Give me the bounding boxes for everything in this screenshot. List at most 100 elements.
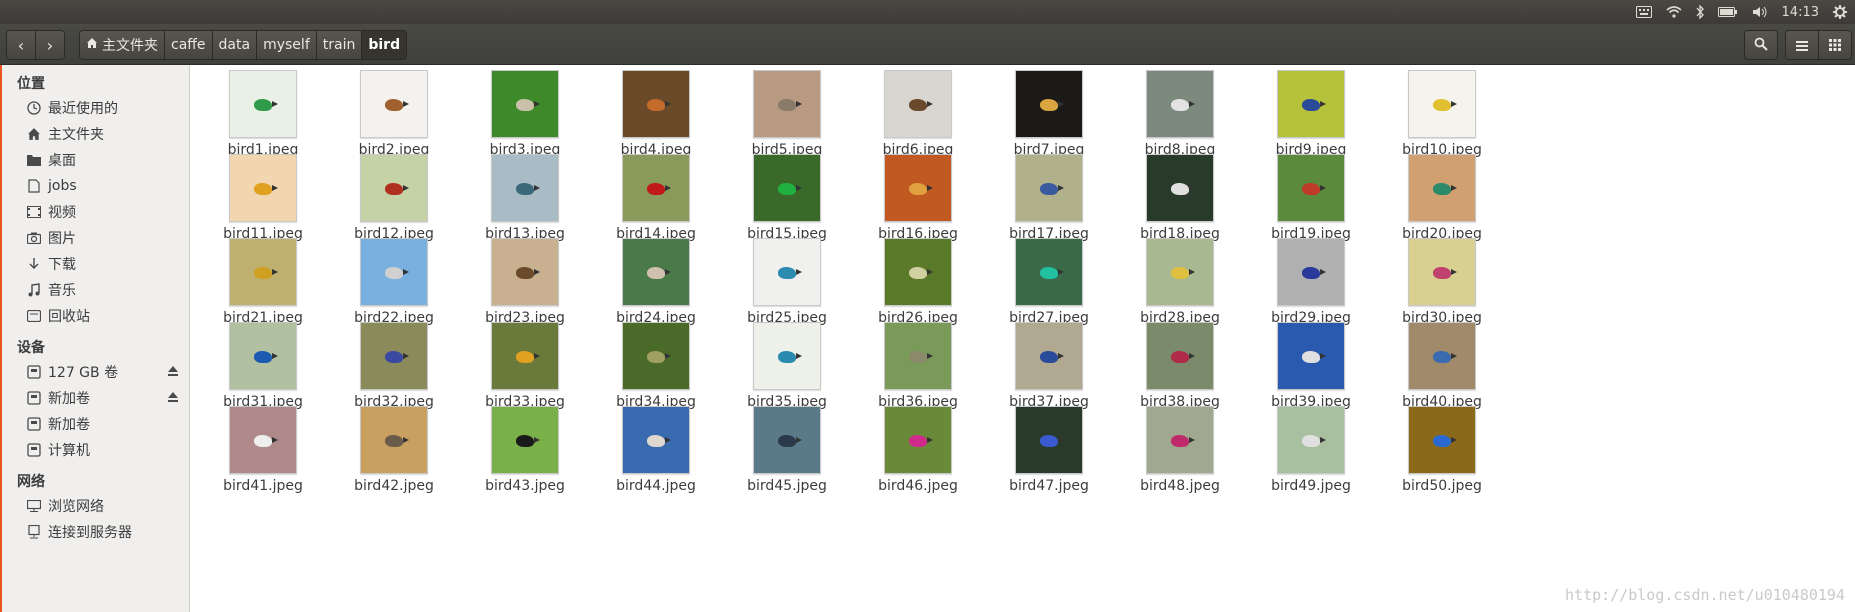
server-icon — [26, 524, 42, 540]
file-item[interactable]: bird46.jpeg — [858, 398, 978, 498]
sidebar-item-places-6[interactable]: 下载 — [2, 251, 189, 277]
file-item[interactable]: bird48.jpeg — [1120, 398, 1240, 498]
sidebar-item-jobs[interactable]: jobs — [2, 173, 189, 199]
file-thumbnail — [360, 322, 428, 390]
file-thumbnail — [1015, 238, 1083, 306]
bird-image — [1171, 267, 1189, 279]
watermark: http://blog.csdn.net/u010480194 — [1565, 586, 1845, 604]
bird-beak — [1451, 185, 1457, 191]
keyboard-icon[interactable] — [1635, 6, 1652, 18]
file-item[interactable]: bird44.jpeg — [596, 398, 716, 498]
file-item[interactable]: bird50.jpeg — [1382, 398, 1502, 498]
video-icon — [26, 204, 42, 220]
sidebar-item-label: 最近使用的 — [48, 101, 118, 117]
bird-beak — [927, 437, 933, 443]
list-icon — [1796, 36, 1808, 55]
sidebar-item-label: 新加卷 — [48, 391, 90, 407]
bird-beak — [1189, 185, 1195, 191]
breadcrumb-myself[interactable]: myself — [257, 31, 317, 59]
bird-image — [909, 351, 927, 363]
bird-beak — [403, 353, 409, 359]
list-view-button[interactable] — [1786, 31, 1818, 59]
file-thumbnail — [229, 406, 297, 474]
sidebar-item-places-0[interactable]: 最近使用的 — [2, 95, 189, 121]
sidebar-item-devices-3[interactable]: 计算机 — [2, 437, 189, 463]
sidebar-item-network-1[interactable]: 连接到服务器 — [2, 519, 189, 545]
bird-image — [909, 99, 927, 111]
file-thumbnail — [753, 322, 821, 390]
file-thumbnail — [884, 406, 952, 474]
wifi-icon[interactable] — [1666, 6, 1682, 18]
bird-image — [1433, 99, 1451, 111]
bird-image — [516, 99, 534, 111]
bird-beak — [1058, 269, 1064, 275]
bird-beak — [403, 269, 409, 275]
sidebar-item-places-2[interactable]: 桌面 — [2, 147, 189, 173]
sidebar-item-label: 浏览网络 — [48, 499, 104, 515]
sidebar-item-devices-2[interactable]: 新加卷 — [2, 411, 189, 437]
sidebar-item-places-4[interactable]: 视频 — [2, 199, 189, 225]
breadcrumb-data[interactable]: data — [212, 31, 258, 59]
bird-image — [385, 351, 403, 363]
file-item[interactable]: bird43.jpeg — [465, 398, 585, 498]
breadcrumb-train[interactable]: train — [316, 31, 363, 59]
bird-beak — [1189, 101, 1195, 107]
gear-icon[interactable] — [1833, 5, 1847, 19]
bird-image — [254, 99, 272, 111]
nav-buttons: ‹ › — [6, 30, 65, 60]
search-button[interactable] — [1744, 30, 1778, 60]
bird-beak — [1451, 353, 1457, 359]
back-button[interactable]: ‹ — [7, 31, 35, 59]
sidebar-item-label: jobs — [48, 178, 77, 194]
sidebar-item-places-1[interactable]: 主文件夹 — [2, 121, 189, 147]
drive-icon — [26, 364, 42, 380]
bird-image — [647, 99, 665, 111]
sidebar-item-places-7[interactable]: 音乐 — [2, 277, 189, 303]
sidebar-item-label: 桌面 — [48, 153, 76, 169]
file-thumbnail — [1277, 70, 1345, 138]
bird-image — [516, 435, 534, 447]
file-thumbnail — [753, 70, 821, 138]
grid-view-button[interactable] — [1818, 31, 1851, 59]
eject-icon[interactable] — [167, 365, 179, 381]
bird-beak — [1058, 185, 1064, 191]
bird-beak — [534, 353, 540, 359]
file-thumbnail — [229, 322, 297, 390]
file-thumbnail — [1277, 322, 1345, 390]
camera-icon — [26, 230, 42, 246]
breadcrumb: 主文件夹 caffe data myself train bird — [79, 30, 408, 60]
search-icon — [1754, 36, 1768, 55]
eject-icon[interactable] — [167, 391, 179, 407]
file-grid: bird1.jpeg bird2.jpeg bird3.jpeg bird4.jpeg… — [190, 65, 1855, 612]
bluetooth-icon[interactable] — [1696, 5, 1704, 19]
chevron-left-icon: ‹ — [17, 35, 25, 55]
bird-beak — [534, 185, 540, 191]
bird-beak — [534, 269, 540, 275]
sidebar-item-places-8[interactable]: 回收站 — [2, 303, 189, 329]
forward-button[interactable]: › — [35, 31, 64, 59]
file-item[interactable]: bird45.jpeg — [727, 398, 847, 498]
bird-image — [1171, 183, 1189, 195]
bird-beak — [272, 437, 278, 443]
volume-icon[interactable] — [1752, 6, 1768, 18]
sidebar-item-places-5[interactable]: 图片 — [2, 225, 189, 251]
sidebar-item-network-0[interactable]: 浏览网络 — [2, 493, 189, 519]
devices-heading: 设备 — [17, 340, 45, 356]
file-item[interactable]: bird49.jpeg — [1251, 398, 1371, 498]
file-item[interactable]: bird42.jpeg — [334, 398, 454, 498]
sidebar-item-127-gb[interactable]: 127 GB 卷 — [2, 359, 189, 385]
bird-beak — [1058, 353, 1064, 359]
bird-beak — [1189, 437, 1195, 443]
breadcrumb-bird[interactable]: bird — [362, 31, 407, 59]
file-item[interactable]: bird41.jpeg — [203, 398, 323, 498]
bird-beak — [1451, 101, 1457, 107]
home-icon — [26, 126, 42, 142]
clock[interactable]: 14:13 — [1782, 5, 1819, 20]
bird-image — [778, 267, 796, 279]
breadcrumb-home[interactable]: 主文件夹 — [80, 31, 165, 59]
battery-icon[interactable] — [1717, 6, 1738, 18]
bird-image — [1171, 99, 1189, 111]
breadcrumb-caffe[interactable]: caffe — [165, 31, 213, 59]
sidebar-item-devices-1[interactable]: 新加卷 — [2, 385, 189, 411]
file-item[interactable]: bird47.jpeg — [989, 398, 1109, 498]
